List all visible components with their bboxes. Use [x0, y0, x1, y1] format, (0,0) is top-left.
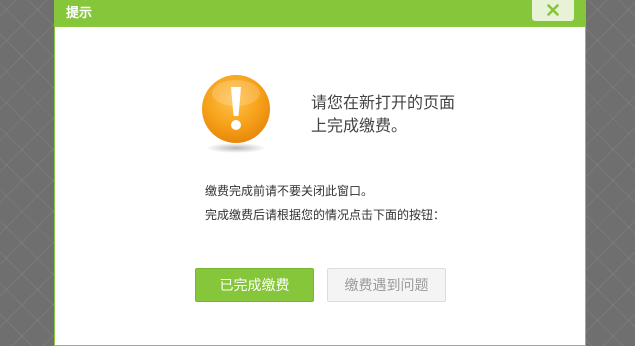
- message-line-2: 上完成缴费。: [311, 116, 408, 135]
- note-line-1: 缴费完成前请不要关闭此窗口。: [205, 184, 374, 198]
- note-line-2: 完成缴费后请根据您的情况点击下面的按钮：: [205, 208, 446, 222]
- message-line-1: 请您在新打开的页面: [311, 93, 456, 112]
- dialog-titlebar: 提示: [55, 0, 585, 27]
- instructions: 缴费完成前请不要关闭此窗口。 完成缴费后请根据您的情况点击下面的按钮：: [205, 179, 445, 227]
- payment-problem-button[interactable]: 缴费遇到问题: [327, 268, 446, 302]
- close-icon: [547, 4, 559, 16]
- exclamation-warning-icon: [200, 73, 272, 155]
- payment-prompt-dialog: 提示 请您在新打开的页面 上完成缴费。 缴费完成前请不要关闭此窗口。 完成缴费后…: [54, 0, 586, 346]
- dialog-title: 提示: [66, 6, 93, 21]
- payment-completed-button[interactable]: 已完成缴费: [195, 268, 314, 302]
- close-button[interactable]: [532, 0, 574, 21]
- main-message: 请您在新打开的页面 上完成缴费。: [311, 91, 455, 137]
